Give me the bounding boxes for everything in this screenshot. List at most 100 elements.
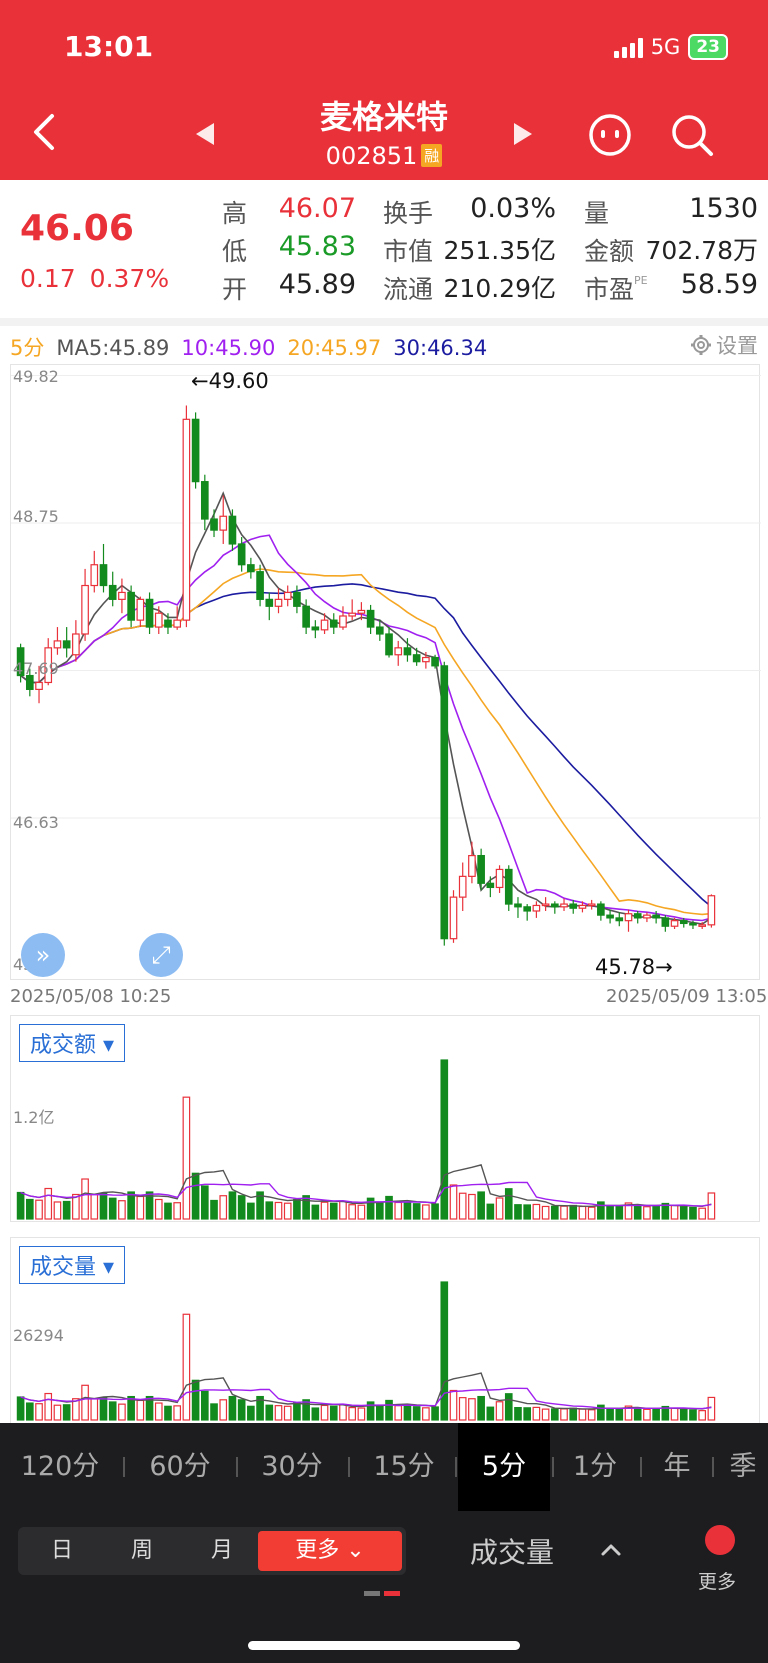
volume-bar [689,1206,697,1220]
period-tab-15[interactable]: 15分 [358,1423,450,1511]
period-tab-120[interactable]: 120分 [10,1423,110,1511]
quote-panel: 46.06 0.17 0.37% 高 46.07 低 45.83 开 45.89 … [0,180,768,315]
settings-button[interactable]: 设置 [690,330,758,360]
range-tab-more[interactable]: 更多 ⌄ [258,1531,402,1571]
volume-bar [108,1401,117,1421]
volume-bar [707,1396,716,1421]
period-tab-season[interactable]: 季 [718,1423,768,1511]
volume-chart[interactable]: 成交量 ▾ 26294 [10,1237,760,1423]
candle-body [689,922,697,926]
candle-body [302,605,310,628]
period-separator [712,1457,714,1477]
volume-bar [302,1195,310,1220]
indicator-label[interactable]: 成交量 [470,1531,554,1571]
low-marker: 45.78→ [595,955,673,979]
volume-bar [615,1205,624,1220]
volume-bar [477,1395,485,1421]
low-value: 45.83 [278,231,356,262]
candle-body [366,609,375,628]
period-tabs: 120分 60分 30分 15分 5分 1分 年 季 [0,1423,768,1511]
volume-bar [606,1408,614,1421]
volume-bar [320,1201,329,1220]
candle-body [72,633,80,656]
volume-bar [62,1404,71,1421]
candle-body [311,626,320,631]
candle-body [35,681,43,690]
candle-body [514,903,522,908]
range-tab-day[interactable]: 日 [32,1527,92,1575]
volume-bar [99,1397,108,1421]
candle-body [670,920,679,927]
volume-bar [523,1407,532,1421]
more-icon[interactable] [705,1525,735,1555]
volume-bar [44,1392,53,1421]
volume-bar [707,1192,716,1220]
kline-chart[interactable]: 49.82 48.75 47.69 46.63 45.56 ←49.60 45.… [10,364,761,980]
period-tab-1[interactable]: 1分 [556,1423,634,1511]
expand-right-icon[interactable]: » [21,933,65,977]
candle-body [615,917,624,922]
ma5-line [20,491,712,925]
range-tab-month[interactable]: 月 [192,1527,252,1575]
float-value: 210.29亿 [443,274,556,303]
candle-body [182,418,191,621]
volume-bar [394,1201,403,1220]
assistant-icon[interactable] [588,113,632,157]
volume-bar [25,1198,34,1220]
volume-bar [357,1204,366,1220]
ma-period[interactable]: 5分 [10,336,44,360]
volume-indicator-dropdown[interactable]: 成交量 ▾ [19,1246,126,1284]
pe-label: 市盈PE [584,270,648,306]
candle-body [118,591,126,600]
volume-bar [550,1408,559,1421]
amount-label: 金额 [584,237,635,266]
ma5-value: MA5:45.89 [56,336,170,360]
candle-body [541,903,550,907]
volume-bar [53,1201,62,1220]
volume-bar [237,1195,246,1220]
search-icon[interactable] [670,113,714,157]
next-stock-icon[interactable] [514,123,532,145]
status-icons: 5G 23 [613,34,728,60]
candle-body [62,640,71,649]
ma-legend: 5分 MA5:45.89 10:45.90 20:45.97 30:46.34 [10,332,499,362]
amount-chart[interactable]: 成交额 ▾ 1.2亿 [10,1015,760,1222]
chevron-up-icon[interactable] [600,1539,622,1561]
volume-bar [449,1184,458,1220]
candle-body [274,598,283,607]
candle-body [81,584,89,635]
volume-bar [449,1389,458,1421]
volume-bar [164,1405,172,1421]
amount-indicator-dropdown[interactable]: 成交额 ▾ [19,1024,126,1062]
range-tab-week[interactable]: 周 [112,1527,172,1575]
volume-bar [514,1204,522,1220]
pe-value: 58.59 [680,269,758,300]
period-tab-5[interactable]: 5分 [458,1423,550,1511]
volume-value: 1530 [689,193,758,224]
volume-bar [265,1404,274,1421]
volume-bar [293,1198,301,1220]
candle-body [495,868,504,889]
candle-body [247,564,255,573]
volume-bar [633,1407,642,1421]
fullscreen-icon[interactable]: ⤢ [139,933,183,977]
app-header: 13:01 5G 23 麦格米特 002851 融 [0,0,768,180]
period-tab-year[interactable]: 年 [646,1423,708,1511]
end-time-label: 2025/05/09 13:05 [606,986,768,1007]
candle-body [90,564,99,587]
more-label[interactable]: 更多 [698,1567,736,1594]
period-tab-60[interactable]: 60分 [134,1423,226,1511]
network-label: 5G [650,35,681,59]
volume-bar [652,1408,660,1421]
candle-body [633,913,642,919]
volume-bar [191,1172,200,1220]
volume-bar [283,1202,292,1220]
candle-body [624,913,633,922]
volume-bar [348,1407,357,1421]
volume-bar [173,1202,182,1220]
period-tab-30[interactable]: 30分 [246,1423,338,1511]
volume-bar [16,1191,25,1220]
period-separator [455,1457,457,1477]
margin-badge: 融 [421,144,443,167]
volume-bar [422,1407,430,1421]
